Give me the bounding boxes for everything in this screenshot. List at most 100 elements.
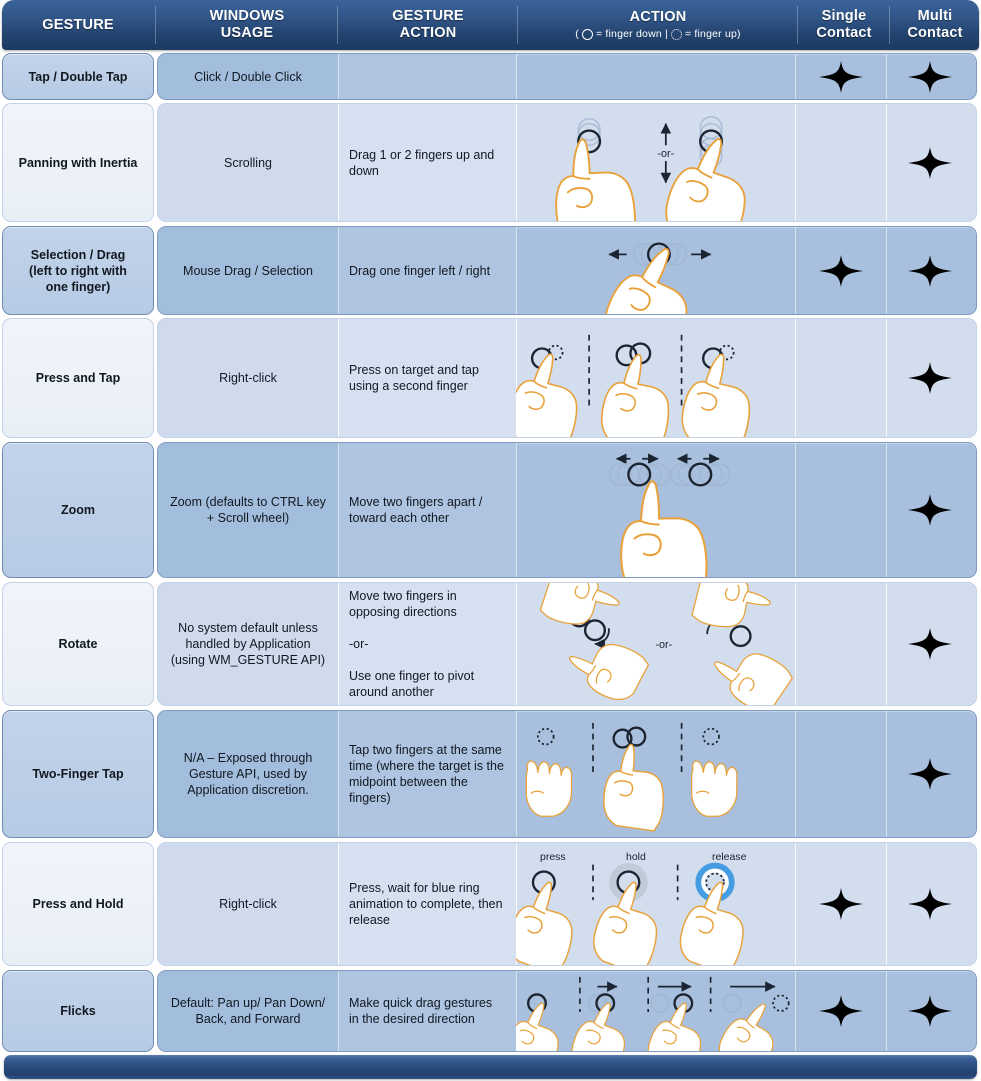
gesture-action-cell: Make quick drag gestures in the desired … [338, 971, 516, 1051]
legend-finger-up-label: = finger up) [684, 28, 741, 40]
multi-contact-cell [886, 443, 974, 577]
header-divider-3 [517, 6, 518, 44]
single-contact-cell [795, 54, 886, 99]
action-illustration [516, 971, 795, 1051]
gesture-label: Selection / Drag (left to right with one… [29, 247, 127, 294]
multi-contact-star-icon [908, 362, 952, 394]
stage-label: press [540, 851, 566, 863]
gesture-cell: Rotate [2, 582, 154, 706]
row-panel: Right-click Press, wait for blue ring an… [157, 842, 977, 966]
windows-usage-cell: Click / Double Click [158, 54, 338, 99]
single-contact-star-icon [818, 254, 863, 287]
row-panel: Click / Double Click [157, 53, 977, 100]
multi-contact-cell [886, 711, 974, 837]
header-single-contact-line1: Single [821, 8, 867, 24]
gesture-action-label: Press on target and tap using a second f… [349, 363, 479, 393]
single-contact-cell [795, 227, 886, 314]
header-divider-5 [889, 6, 890, 44]
gesture-cell: Press and Tap [2, 318, 154, 438]
table-header: GESTURE WINDOWS USAGE GESTURE ACTION ACT… [2, 0, 979, 50]
stage-label: hold [626, 851, 646, 863]
header-multi-contact-line2: Contact [907, 25, 963, 41]
action-illustration [516, 443, 795, 577]
header-divider-1 [155, 6, 156, 44]
single-contact-cell [795, 583, 886, 705]
single-contact-star-icon [818, 995, 863, 1027]
action-illustration-cell [516, 227, 795, 314]
gesture-cell: Selection / Drag (left to right with one… [2, 226, 154, 315]
gesture-action-label: Drag 1 or 2 fingers up and down [349, 147, 495, 178]
single-contact-cell [795, 443, 886, 577]
gesture-cell: Panning with Inertia [2, 103, 154, 222]
gesture-cell: Tap / Double Tap [2, 53, 154, 100]
gesture-action-cell: Press, wait for blue ring animation to c… [338, 843, 516, 965]
header-action: ACTION ( = finger down | = finger up) [519, 0, 797, 50]
gesture-action-cell: Tap two fingers at the same time (where … [338, 711, 516, 837]
action-illustration: -or- [516, 583, 795, 705]
finger-down-icon [581, 29, 593, 40]
gesture-cell: Flicks [2, 970, 154, 1052]
windows-usage-label: Zoom (defaults to CTRL key + Scroll whee… [170, 495, 326, 525]
windows-usage-cell: Zoom (defaults to CTRL key + Scroll whee… [158, 443, 338, 577]
multi-contact-star-icon [908, 494, 952, 526]
windows-usage-label: Right-click [219, 371, 277, 385]
action-illustration [516, 711, 795, 837]
gesture-label: Press and Tap [35, 371, 121, 385]
gesture-action-cell: Move two fingers in opposing directions … [338, 583, 516, 705]
multi-contact-cell [886, 54, 974, 99]
gesture-label: Tap / Double Tap [28, 69, 128, 84]
header-gesture-action: GESTURE ACTION [339, 0, 517, 50]
gesture-action-label: Press, wait for blue ring animation to c… [349, 881, 503, 927]
action-illustration-cell [516, 711, 795, 837]
single-contact-star-icon [818, 60, 863, 93]
row-panel: Mouse Drag / Selection Drag one finger l… [157, 226, 977, 315]
action-illustration-cell: -or- [516, 583, 795, 705]
multi-contact-cell [886, 104, 974, 221]
multi-contact-cell [886, 971, 974, 1051]
header-action-label: ACTION [629, 9, 687, 25]
header-multi-contact: Multi Contact [891, 0, 979, 50]
multi-contact-cell [886, 227, 974, 314]
header-gesture-action-line1: GESTURE [392, 8, 464, 24]
header-single-contact: Single Contact [799, 0, 889, 50]
header-divider-4 [797, 6, 798, 44]
footer-bar [4, 1055, 977, 1079]
gesture-reference-table: GESTURE WINDOWS USAGE GESTURE ACTION ACT… [0, 0, 981, 1081]
windows-usage-label: Right-click [219, 897, 277, 911]
row-panel: No system default unless handled by Appl… [157, 582, 977, 706]
row-panel: Right-click Press on target and tap usin… [157, 318, 977, 438]
gesture-action-label: Tap two fingers at the same time (where … [349, 743, 504, 805]
single-contact-cell [795, 843, 886, 965]
gesture-cell: Press and Hold [2, 842, 154, 966]
gesture-action-label: Drag one finger left / right [349, 263, 491, 278]
legend-open-paren: ( [575, 28, 579, 40]
header-divider-2 [337, 6, 338, 44]
header-single-contact-line2: Contact [816, 25, 872, 41]
multi-contact-star-icon [908, 995, 952, 1027]
gesture-label: Rotate [58, 637, 98, 651]
row-panel: Zoom (defaults to CTRL key + Scroll whee… [157, 442, 977, 578]
action-illustration-cell [516, 443, 795, 577]
gesture-cell: Two-Finger Tap [2, 710, 154, 838]
action-illustration-cell: press hold release [516, 843, 795, 965]
stage-label: release [712, 851, 747, 863]
windows-usage-cell: Right-click [158, 843, 338, 965]
gesture-action-cell [338, 54, 516, 99]
multi-contact-star-icon [908, 888, 952, 920]
header-gesture-action-line2: ACTION [399, 25, 457, 41]
action-illustration-cell [516, 971, 795, 1051]
single-contact-cell [795, 104, 886, 221]
single-contact-cell [795, 711, 886, 837]
windows-usage-cell: Default: Pan up/ Pan Down/ Back, and For… [158, 971, 338, 1051]
multi-contact-cell [886, 319, 974, 437]
action-illustration [516, 319, 795, 437]
header-action-legend: ( = finger down | = finger up) [575, 28, 741, 41]
action-illustration-cell [516, 319, 795, 437]
gesture-label: Press and Hold [32, 897, 124, 911]
gesture-action-cell: Press on target and tap using a second f… [338, 319, 516, 437]
svg-text:-or-: -or- [657, 148, 674, 160]
row-panel: N/A – Exposed through Gesture API, used … [157, 710, 977, 838]
gesture-label: Zoom [60, 503, 96, 517]
action-illustration [516, 227, 795, 314]
multi-contact-star-icon [908, 628, 952, 660]
